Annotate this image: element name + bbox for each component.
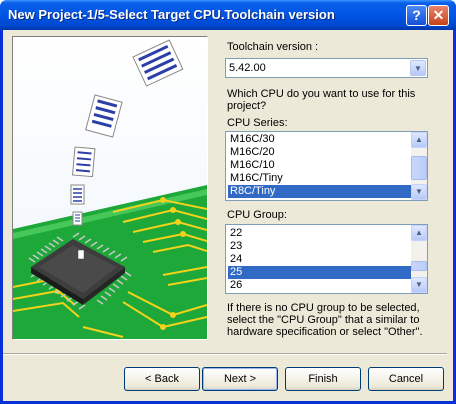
close-icon: ✕ xyxy=(432,7,445,23)
list-item[interactable]: 22 xyxy=(228,227,413,240)
scroll-down-icon[interactable]: ▼ xyxy=(411,277,427,293)
scroll-down-icon[interactable]: ▼ xyxy=(411,184,427,200)
scroll-up-icon[interactable]: ▲ xyxy=(411,225,427,241)
cpu-series-scrollbar[interactable]: ▲ ▼ xyxy=(411,132,427,200)
cpu-question-line2: project? xyxy=(227,100,267,112)
cpu-series-label: CPU Series: xyxy=(227,117,288,129)
divider xyxy=(3,353,447,355)
toolchain-version-select[interactable]: 5.42.00 ▼ xyxy=(225,58,428,78)
cpu-question-line1: Which CPU do you want to use for this xyxy=(227,88,416,100)
help-icon: ? xyxy=(412,7,421,23)
chevron-down-icon[interactable]: ▼ xyxy=(410,60,426,76)
list-item[interactable]: M16C/10 xyxy=(228,159,413,172)
next-button[interactable]: Next > xyxy=(202,367,278,391)
scroll-thumb[interactable] xyxy=(411,156,427,180)
list-item-selected[interactable]: 25 xyxy=(228,266,413,279)
toolchain-version-label: Toolchain version : xyxy=(227,41,319,53)
list-item[interactable]: M16C/30 xyxy=(228,133,413,146)
circuit-board-image xyxy=(13,39,207,339)
list-item[interactable]: M16C/Tiny xyxy=(228,172,413,185)
list-item[interactable]: 26 xyxy=(228,279,413,292)
cpu-group-label: CPU Group: xyxy=(227,209,287,221)
cpu-group-list[interactable]: 22 23 24 25 26 ▲ ▼ xyxy=(225,224,428,294)
help-button[interactable]: ? xyxy=(406,5,427,26)
hint-line1: If there is no CPU group to be selected, xyxy=(227,302,420,314)
back-button[interactable]: < Back xyxy=(124,367,200,391)
scroll-thumb[interactable] xyxy=(411,261,427,271)
wizard-illustration xyxy=(12,36,208,340)
title-bar[interactable]: New Project-1/5-Select Target CPU.Toolch… xyxy=(0,0,456,30)
close-button[interactable]: ✕ xyxy=(428,5,449,26)
cpu-group-scrollbar[interactable]: ▲ ▼ xyxy=(411,225,427,293)
list-item[interactable]: 24 xyxy=(228,253,413,266)
list-item-selected[interactable]: R8C/Tiny xyxy=(228,185,413,198)
scroll-up-icon[interactable]: ▲ xyxy=(411,132,427,148)
list-item[interactable]: M16C/20 xyxy=(228,146,413,159)
list-item[interactable]: 23 xyxy=(228,240,413,253)
cancel-button[interactable]: Cancel xyxy=(368,367,444,391)
cpu-series-list[interactable]: M16C/30 M16C/20 M16C/10 M16C/Tiny R8C/Ti… xyxy=(225,131,428,201)
finish-button[interactable]: Finish xyxy=(285,367,361,391)
toolchain-version-value: 5.42.00 xyxy=(229,62,266,74)
hint-line3: hardware specification or select "Other"… xyxy=(227,326,423,338)
window-title: New Project-1/5-Select Target CPU.Toolch… xyxy=(8,7,335,22)
hint-line2: select the "CPU Group" that a similar to xyxy=(227,314,420,326)
